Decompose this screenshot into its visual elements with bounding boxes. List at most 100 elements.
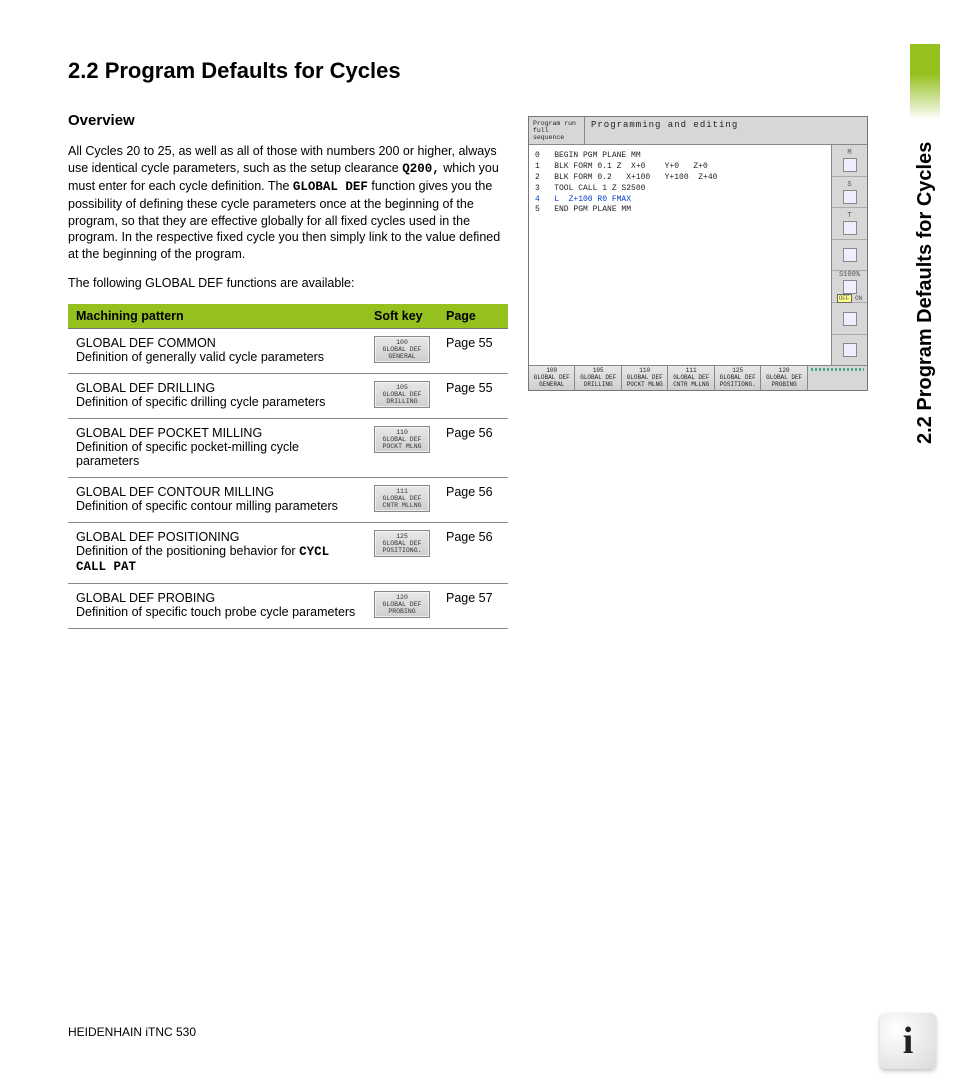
row-softkey-cell: 105GLOBAL DEFDRILLING <box>366 374 438 419</box>
row-page-cell: Page 55 <box>438 329 508 374</box>
shot-softkey[interactable]: 110GLOBAL DEFPOCKT MLNG <box>622 366 668 390</box>
table-row: GLOBAL DEF COMMONDefinition of generally… <box>68 329 508 374</box>
shot-softkey[interactable]: 120GLOBAL DEFPROBING <box>761 366 807 390</box>
overview-heading: Overview <box>68 112 508 129</box>
row-desc: Definition of specific drilling cycle pa… <box>76 395 358 409</box>
softkey-button[interactable]: 110GLOBAL DEFPOCKT MLNG <box>374 426 430 453</box>
code-line: 3 TOOL CALL 1 Z S2500 <box>535 184 825 195</box>
row-softkey-cell: 111GLOBAL DEFCNTR MLLNG <box>366 478 438 523</box>
row-desc-mono: CYCL CALL PAT <box>76 545 329 574</box>
table-row: GLOBAL DEF POCKET MILLINGDefinition of s… <box>68 419 508 478</box>
side-tab-text: 2.2 Program Defaults for Cycles <box>914 142 937 444</box>
th-pattern: Machining pattern <box>68 304 366 329</box>
row-desc: Definition of specific pocket-milling cy… <box>76 440 358 468</box>
shot-softkey[interactable]: 100GLOBAL DEFGENERAL <box>529 366 575 390</box>
overview-paragraph-2: The following GLOBAL DEF functions are a… <box>68 275 508 292</box>
mini-icon <box>843 158 857 172</box>
page-footer: HEIDENHAIN iTNC 530 53 <box>68 1025 894 1039</box>
mini-icon <box>843 190 857 204</box>
softkey-button[interactable]: 105GLOBAL DEFDRILLING <box>374 381 430 408</box>
row-desc: Definition of specific touch probe cycle… <box>76 605 358 619</box>
shot-side-label: T <box>847 212 851 220</box>
row-title: GLOBAL DEF CONTOUR MILLING <box>76 485 358 499</box>
table-row: GLOBAL DEF POSITIONINGDefinition of the … <box>68 523 508 584</box>
shot-side-cell[interactable] <box>832 335 867 366</box>
row-pattern-cell: GLOBAL DEF PROBINGDefinition of specific… <box>68 584 366 629</box>
row-page-cell: Page 57 <box>438 584 508 629</box>
cnc-screenshot: Program run full sequence Programming an… <box>528 116 868 391</box>
code-line: 1 BLK FORM 0.1 Z X+0 Y+0 Z+0 <box>535 162 825 173</box>
shot-side-label: M <box>847 149 851 157</box>
right-column: Program run full sequence Programming an… <box>528 112 904 629</box>
overview-paragraph-1: All Cycles 20 to 25, as well as all of t… <box>68 143 508 263</box>
p1-globaldef: GLOBAL DEF <box>293 180 368 194</box>
softkey-button[interactable]: 100GLOBAL DEFGENERAL <box>374 336 430 363</box>
shot-side-cell[interactable] <box>832 240 867 272</box>
shot-title: Programming and editing <box>585 117 867 144</box>
shot-side-cell[interactable] <box>832 303 867 335</box>
table-row: GLOBAL DEF PROBINGDefinition of specific… <box>68 584 508 629</box>
mini-icon <box>843 343 857 357</box>
softkey-button[interactable]: 120GLOBAL DEFPROBING <box>374 591 430 618</box>
code-line: 0 BEGIN PGM PLANE MM <box>535 151 825 162</box>
softkey-button[interactable]: 125GLOBAL DEFPOSITIONG. <box>374 530 430 557</box>
section-heading: 2.2 Program Defaults for Cycles <box>68 58 904 84</box>
row-title: GLOBAL DEF DRILLING <box>76 381 358 395</box>
row-pattern-cell: GLOBAL DEF POSITIONINGDefinition of the … <box>68 523 366 584</box>
row-softkey-cell: 120GLOBAL DEFPROBING <box>366 584 438 629</box>
row-title: GLOBAL DEF PROBING <box>76 591 358 605</box>
row-desc: Definition of generally valid cycle para… <box>76 350 358 364</box>
row-pattern-cell: GLOBAL DEF COMMONDefinition of generally… <box>68 329 366 374</box>
side-tab: 2.2 Program Defaults for Cycles <box>910 44 940 444</box>
code-line: 2 BLK FORM 0.2 X+100 Y+100 Z+40 <box>535 173 825 184</box>
row-page-cell: Page 56 <box>438 523 508 584</box>
shot-softkey-bar: 100GLOBAL DEFGENERAL105GLOBAL DEFDRILLIN… <box>529 365 867 390</box>
globaldef-table: Machining pattern Soft key Page GLOBAL D… <box>68 304 508 629</box>
shot-side-label: S100% <box>839 271 860 279</box>
shot-sidebar: M S T S100% OFF ON <box>831 145 867 365</box>
mini-icon <box>843 221 857 235</box>
row-softkey-cell: 110GLOBAL DEFPOCKT MLNG <box>366 419 438 478</box>
shot-side-cell[interactable]: M <box>832 145 867 177</box>
row-pattern-cell: GLOBAL DEF POCKET MILLINGDefinition of s… <box>68 419 366 478</box>
shot-code-area: 0 BEGIN PGM PLANE MM1 BLK FORM 0.1 Z X+0… <box>529 145 831 365</box>
code-line: 5 END PGM PLANE MM <box>535 205 825 216</box>
shot-mode: Program run full sequence <box>529 117 585 144</box>
mini-icon <box>843 312 857 326</box>
row-softkey-cell: 100GLOBAL DEFGENERAL <box>366 329 438 374</box>
table-row: GLOBAL DEF CONTOUR MILLINGDefinition of … <box>68 478 508 523</box>
softkey-button[interactable]: 111GLOBAL DEFCNTR MLLNG <box>374 485 430 512</box>
th-page: Page <box>438 304 508 329</box>
shot-mode-l2: full sequence <box>533 127 580 141</box>
mini-icon <box>843 280 857 294</box>
left-column: Overview All Cycles 20 to 25, as well as… <box>68 112 508 629</box>
row-desc: Definition of the positioning behavior f… <box>76 544 358 574</box>
row-page-cell: Page 55 <box>438 374 508 419</box>
info-icon: i <box>880 1013 936 1069</box>
shot-side-label: S <box>847 181 851 189</box>
code-line: 4 L Z+100 R0 FMAX <box>535 195 825 206</box>
shot-softkey-blank <box>808 366 867 390</box>
shot-softkey[interactable]: 111GLOBAL DEFCNTR MLLNG <box>668 366 714 390</box>
shot-softkey[interactable]: 125GLOBAL DEFPOSITIONG. <box>715 366 761 390</box>
row-pattern-cell: GLOBAL DEF CONTOUR MILLINGDefinition of … <box>68 478 366 523</box>
th-softkey: Soft key <box>366 304 438 329</box>
table-row: GLOBAL DEF DRILLINGDefinition of specifi… <box>68 374 508 419</box>
shot-side-cell[interactable]: S100% OFF ON <box>832 271 867 303</box>
footer-product: HEIDENHAIN iTNC 530 <box>68 1025 196 1039</box>
row-page-cell: Page 56 <box>438 478 508 523</box>
shot-mode-l1: Program run <box>533 120 580 127</box>
side-tab-gradient <box>910 44 940 120</box>
mini-icon <box>843 248 857 262</box>
row-softkey-cell: 125GLOBAL DEFPOSITIONG. <box>366 523 438 584</box>
row-title: GLOBAL DEF COMMON <box>76 336 358 350</box>
progress-bar-icon <box>811 368 864 371</box>
row-desc: Definition of specific contour milling p… <box>76 499 358 513</box>
row-page-cell: Page 56 <box>438 419 508 478</box>
row-title: GLOBAL DEF POSITIONING <box>76 530 358 544</box>
off-on-toggle[interactable]: OFF ON <box>837 295 863 302</box>
shot-side-cell[interactable]: S <box>832 177 867 209</box>
shot-side-cell[interactable]: T <box>832 208 867 240</box>
info-glyph: i <box>903 1019 914 1063</box>
shot-softkey[interactable]: 105GLOBAL DEFDRILLING <box>575 366 621 390</box>
